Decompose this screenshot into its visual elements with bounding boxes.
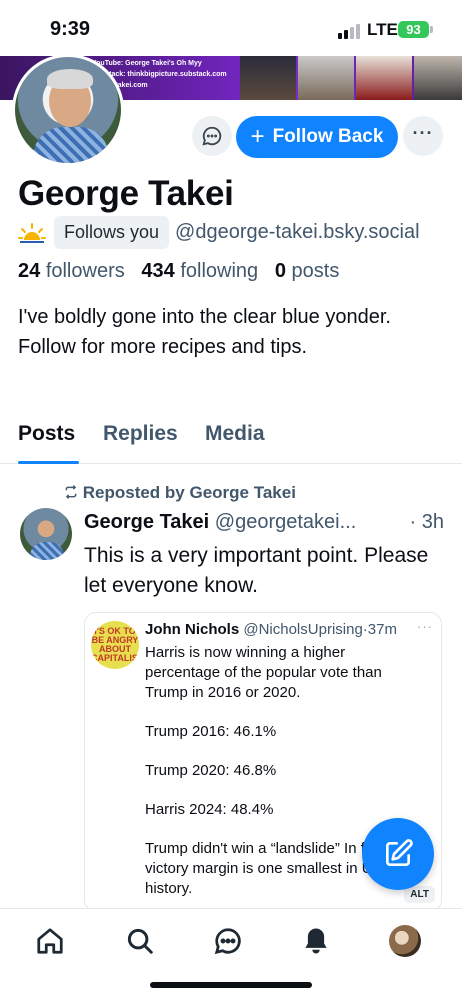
- tab-replies[interactable]: Replies: [103, 422, 178, 446]
- quote-author-name: John Nichols: [145, 621, 240, 638]
- chat-icon: [214, 928, 241, 955]
- repost-label: Reposted by George Takei: [82, 483, 296, 502]
- nav-search[interactable]: [122, 923, 158, 959]
- following-link[interactable]: 434 following: [141, 260, 258, 282]
- nav-chat[interactable]: [210, 923, 246, 959]
- compose-button[interactable]: [362, 818, 434, 890]
- more-icon: ···: [412, 123, 434, 143]
- alt-badge[interactable]: ALT: [404, 886, 435, 903]
- plus-icon: +: [250, 123, 265, 150]
- follow-back-label: Follow Back: [272, 126, 384, 147]
- profile-avatar[interactable]: [12, 54, 124, 166]
- post-text: This is a very important point. Please l…: [84, 544, 429, 597]
- profile-tabs: Posts Replies Media: [0, 418, 462, 464]
- profile-thumb-avatar: [389, 925, 421, 957]
- message-button[interactable]: [192, 116, 232, 156]
- home-indicator: [150, 982, 312, 988]
- network-label: LTE: [367, 20, 398, 39]
- following-count: 434: [141, 260, 175, 282]
- quote-author-handle: @NicholsUprising: [243, 621, 363, 638]
- banner-line: YouTube: George Takei's Oh Myy: [92, 60, 202, 67]
- battery-tip: [430, 26, 433, 33]
- nav-home[interactable]: [32, 923, 68, 959]
- home-icon: [37, 928, 63, 954]
- following-label: following: [180, 260, 259, 282]
- status-bar: 9:39 LTE 93: [0, 0, 462, 56]
- post-author-avatar[interactable]: [20, 508, 72, 560]
- posts-count-group: 0 posts: [275, 260, 340, 282]
- status-time: 9:39: [50, 18, 91, 40]
- quote-paragraph: Trump 2016: 46.1%: [145, 723, 277, 740]
- nav-notifications[interactable]: [298, 923, 334, 959]
- profile-bio: I've boldly gone into the clear blue yon…: [18, 306, 391, 358]
- nav-profile[interactable]: [387, 923, 423, 959]
- quote-author-avatar: I'S OK TO BE ANGRY ABOUT CAPITALISM: [91, 621, 139, 669]
- profile-meta-row: Follows you @dgeorge-takei.bsky.social: [18, 216, 420, 249]
- tab-media[interactable]: Media: [205, 422, 265, 446]
- bell-icon: [305, 928, 327, 954]
- post-header[interactable]: George Takei @georgetakei...: [84, 511, 450, 534]
- profile-handle: @dgeorge-takei.bsky.social: [175, 221, 420, 243]
- posts-label: posts: [291, 260, 340, 282]
- follow-back-button[interactable]: + Follow Back: [236, 116, 398, 158]
- quote-header: John Nichols @NicholsUprising·37m: [145, 621, 397, 638]
- signal-icon: [338, 24, 360, 39]
- quote-paragraph: Trump 2020: 46.8%: [145, 762, 277, 779]
- profile-stats: 24 followers 434 following 0 posts: [18, 260, 339, 283]
- followers-link[interactable]: 24 followers: [18, 260, 125, 282]
- post-timestamp: · 3h: [405, 511, 444, 534]
- repost-icon: [65, 485, 77, 499]
- sun-icon: [18, 222, 46, 244]
- tab-posts[interactable]: Posts: [18, 422, 75, 446]
- quote-paragraph: Harris 2024: 48.4%: [145, 801, 274, 818]
- search-icon: [127, 928, 153, 954]
- post-author-handle: @georgetakei...: [214, 511, 357, 533]
- followers-label: followers: [45, 260, 125, 282]
- post-author-name: George Takei: [84, 511, 210, 533]
- banner-photos: [238, 56, 462, 100]
- battery-icon: 93: [398, 21, 429, 38]
- quote-timestamp: ·37m: [362, 621, 397, 638]
- profile-display-name: George Takei: [18, 174, 234, 213]
- active-tab-indicator: [18, 461, 79, 464]
- more-options-button[interactable]: ···: [403, 116, 443, 156]
- repost-indicator[interactable]: Reposted by George Takei: [64, 483, 296, 503]
- compose-icon: [386, 839, 413, 866]
- message-icon: [202, 126, 222, 146]
- quote-more-icon[interactable]: ···: [417, 619, 433, 634]
- quote-paragraph: Harris is now winning a higher percentag…: [145, 644, 382, 701]
- follows-you-badge: Follows you: [54, 216, 170, 249]
- followers-count: 24: [18, 260, 41, 282]
- posts-count: 0: [274, 260, 286, 282]
